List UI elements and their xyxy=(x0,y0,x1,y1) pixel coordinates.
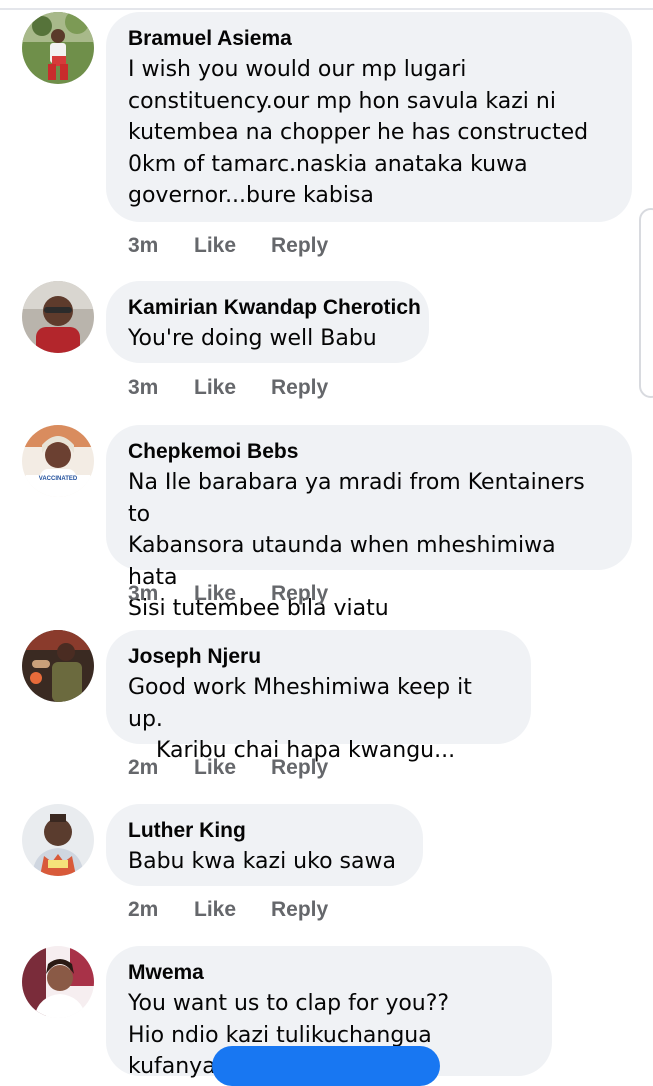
comment-bubble: Bramuel Asiema I wish you would our mp l… xyxy=(106,12,632,222)
side-panel-edge xyxy=(639,208,653,398)
comment-timestamp[interactable]: 3m xyxy=(128,234,158,258)
like-button[interactable]: Like xyxy=(194,582,236,606)
comment-author[interactable]: Chepkemoi Bebs xyxy=(128,439,610,465)
comment-text: I wish you would our mp lugari constitue… xyxy=(128,57,589,208)
comment-text: You're doing well Babu xyxy=(128,326,377,351)
reply-button[interactable]: Reply xyxy=(271,756,328,780)
comment-author[interactable]: Bramuel Asiema xyxy=(128,26,610,52)
reply-button[interactable]: Reply xyxy=(271,234,328,258)
comment-timestamp[interactable]: 2m xyxy=(128,756,158,780)
comment-timestamp[interactable]: 3m xyxy=(128,582,158,606)
vaccinated-badge: VACCINATED xyxy=(38,476,78,482)
avatar[interactable] xyxy=(22,946,94,1018)
avatar[interactable] xyxy=(22,12,94,84)
comment-timestamp[interactable]: 3m xyxy=(128,376,158,400)
top-divider xyxy=(0,8,653,10)
avatar[interactable] xyxy=(22,281,94,353)
comment-author[interactable]: Mwema xyxy=(128,960,530,986)
avatar[interactable] xyxy=(22,630,94,702)
comment-bubble: Chepkemoi Bebs Na Ile barabara ya mradi … xyxy=(106,425,632,621)
comment-timestamp[interactable]: 2m xyxy=(128,898,158,922)
avatar[interactable] xyxy=(22,804,94,876)
comment-author[interactable]: Joseph Njeru xyxy=(128,644,509,670)
reply-button[interactable]: Reply xyxy=(271,898,328,922)
comment-text: Good work Mheshimiwa keep it up. Karibu … xyxy=(128,675,472,763)
comment-bubble: Luther King Babu kwa kazi uko sawa xyxy=(106,804,423,886)
comment-bubble: Kamirian Kwandap Cherotich You're doing … xyxy=(106,281,429,363)
avatar[interactable] xyxy=(22,425,94,497)
comment-author[interactable]: Luther King xyxy=(128,818,401,844)
like-button[interactable]: Like xyxy=(194,376,236,400)
reply-button[interactable]: Reply xyxy=(271,582,328,606)
like-button[interactable]: Like xyxy=(194,756,236,780)
like-button[interactable]: Like xyxy=(194,898,236,922)
comment-bubble: Joseph Njeru Good work Mheshimiwa keep i… xyxy=(106,630,531,763)
like-button[interactable]: Like xyxy=(194,234,236,258)
comment-text: Babu kwa kazi uko sawa xyxy=(128,849,396,874)
new-comments-button[interactable] xyxy=(212,1046,440,1086)
comment-author[interactable]: Kamirian Kwandap Cherotich xyxy=(128,295,421,321)
reply-button[interactable]: Reply xyxy=(271,376,328,400)
